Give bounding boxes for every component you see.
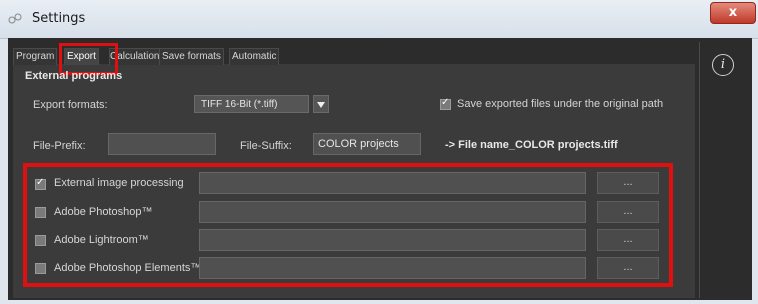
settings-client: Program Export Calculation Save formats … [8, 38, 752, 300]
settings-app-icon [8, 13, 22, 24]
info-icon[interactable]: i [712, 54, 734, 76]
file-name-preview: -> File name_COLOR projects.tiff [445, 139, 618, 151]
window-title: Settings [32, 11, 86, 26]
file-prefix-label: File-Prefix: [33, 140, 86, 152]
tab-automatic[interactable]: Automatic [229, 48, 280, 65]
close-button[interactable]: x [710, 2, 756, 24]
content-panel: Program Export Calculation Save formats … [13, 42, 695, 298]
settings-window: Settings x Program Export Calculation Sa… [0, 0, 758, 304]
chevron-down-icon[interactable] [313, 95, 329, 113]
export-formats-label: Export formats: [33, 99, 108, 111]
title-bar: Settings x [0, 0, 758, 39]
tab-save-formats[interactable]: Save formats [159, 48, 224, 65]
tab-program[interactable]: Program [13, 48, 57, 65]
programs-highlight [23, 163, 673, 287]
section-title: External programs [25, 70, 123, 82]
save-original-label: Save exported files under the original p… [457, 98, 664, 110]
file-prefix-input[interactable] [108, 133, 216, 155]
side-panel: i [699, 42, 746, 298]
file-suffix-label: File-Suffix: [240, 140, 292, 152]
export-format-select[interactable]: TIFF 16-Bit (*.tiff) [194, 95, 309, 113]
save-original-checkbox[interactable] [440, 97, 451, 110]
file-suffix-input[interactable]: COLOR projects [313, 133, 421, 155]
